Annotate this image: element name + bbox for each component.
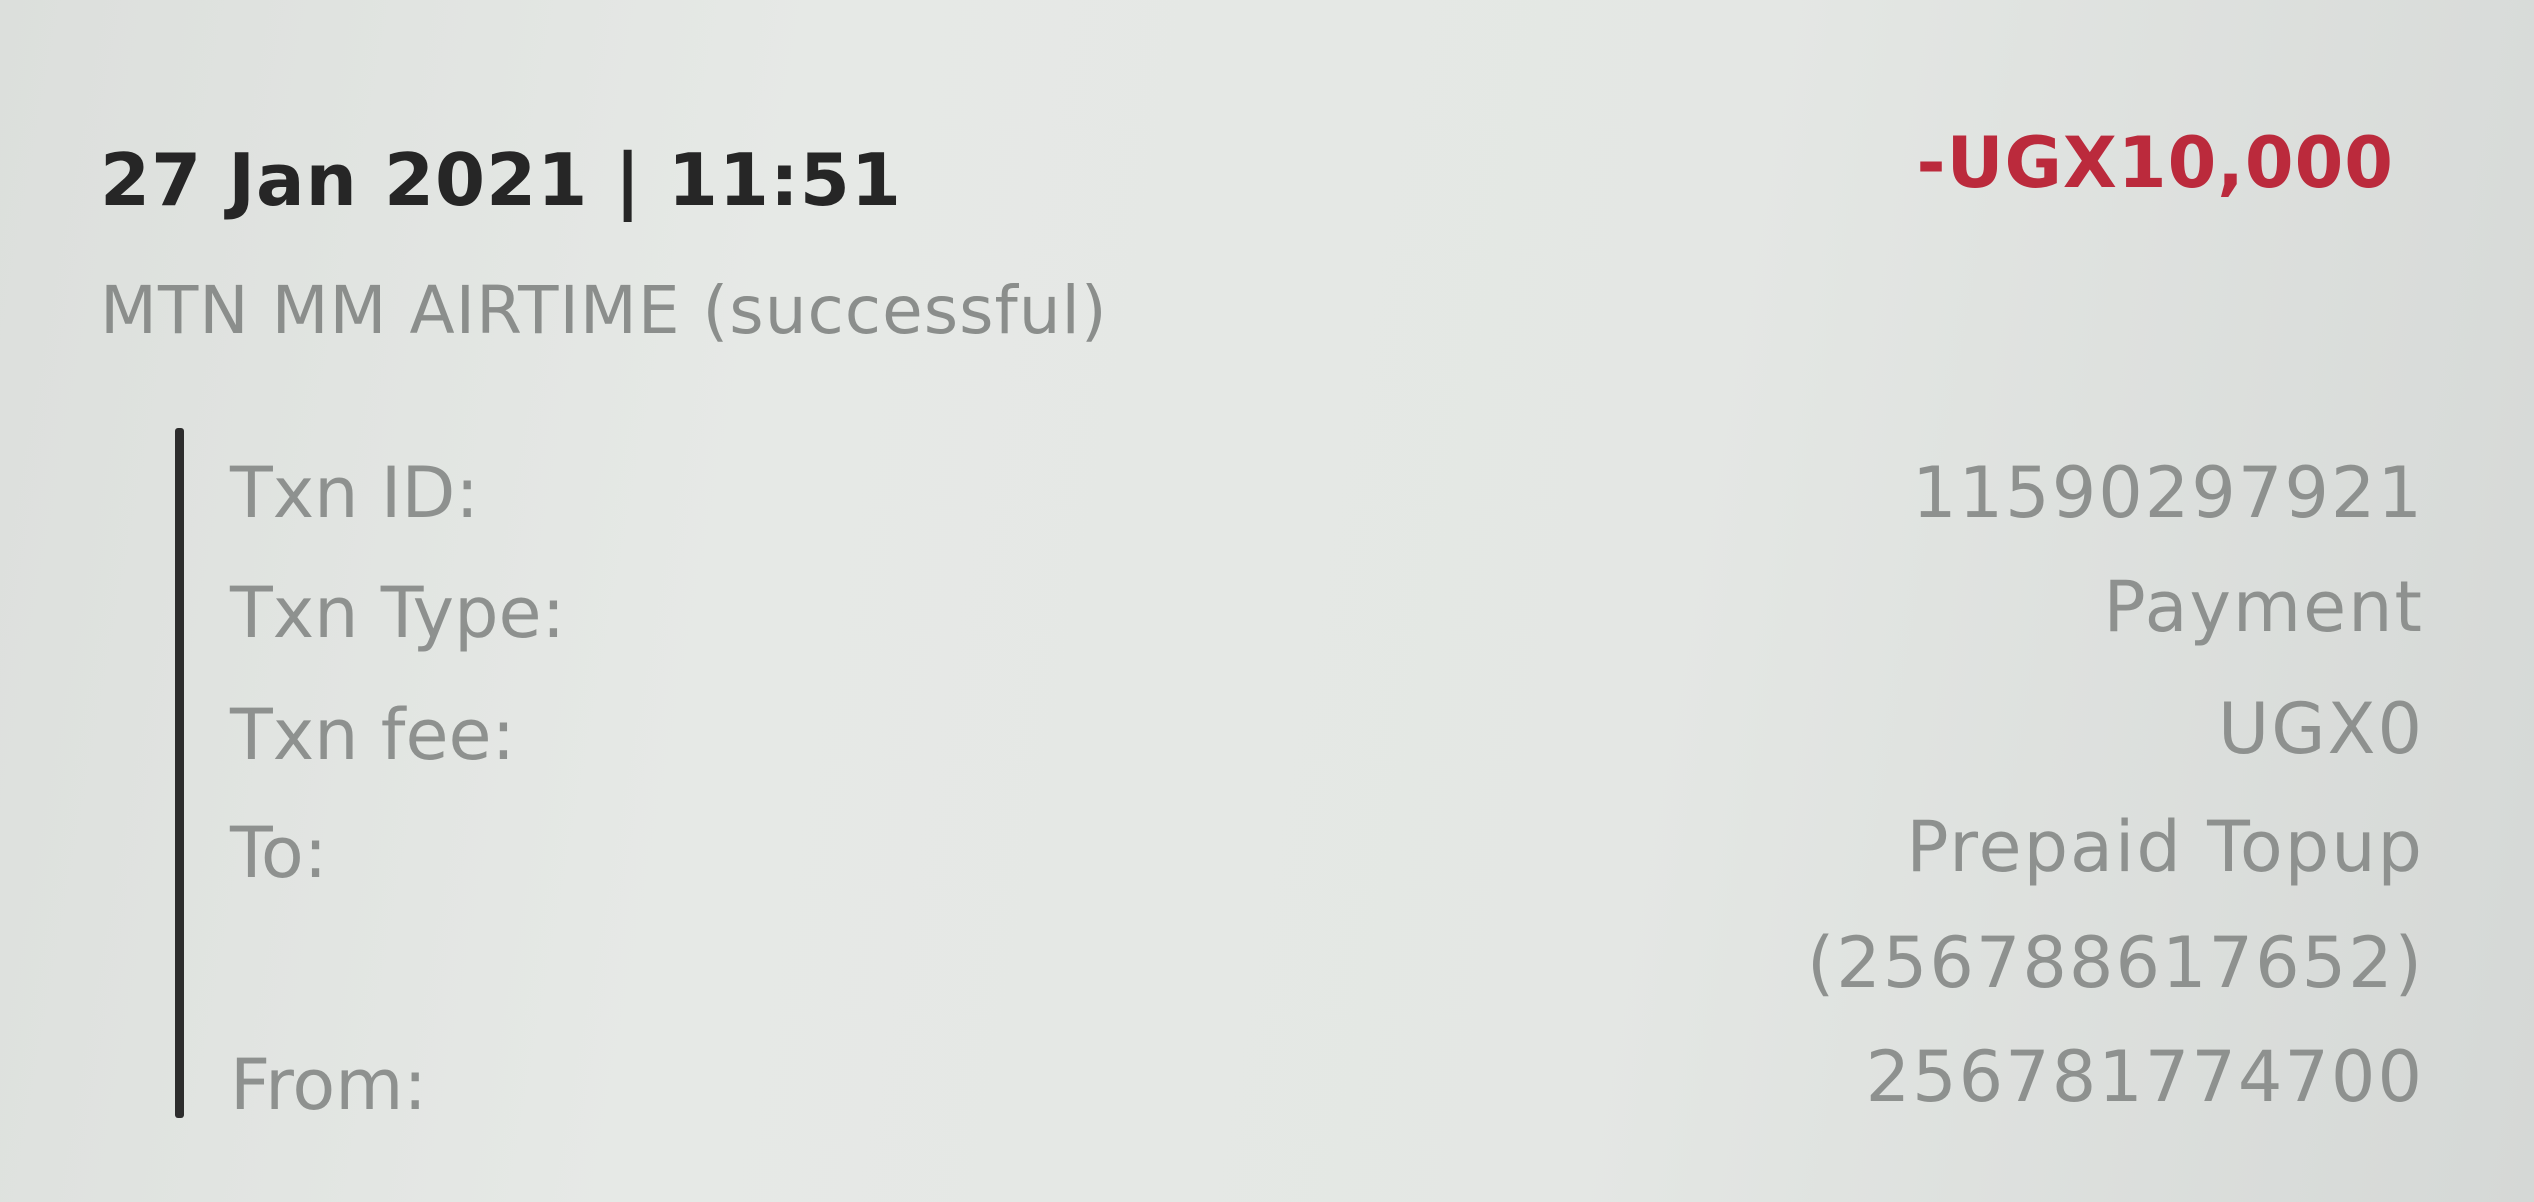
from-label: From: <box>230 1044 428 1126</box>
from-value: 256781774700 <box>1865 1036 2424 1118</box>
details-divider-bar <box>175 428 184 1118</box>
txn-id-value: 11590297921 <box>1912 452 2424 534</box>
transaction-time: 11:51 <box>667 138 902 222</box>
transaction-description: MTN MM AIRTIME (successful) <box>100 272 1108 349</box>
txn-type-label: Txn Type: <box>230 572 566 654</box>
txn-type-value: Payment <box>2103 566 2424 648</box>
to-label: To: <box>230 812 328 894</box>
to-value-line2: (256788617652) <box>1806 922 2424 1004</box>
transaction-date: 27 Jan 2021 <box>100 138 589 222</box>
txn-fee-label: Txn fee: <box>230 694 516 776</box>
transaction-amount: -UGX10,000 <box>1916 122 2394 204</box>
txn-id-label: Txn ID: <box>230 452 479 534</box>
txn-fee-value: UGX0 <box>2218 688 2424 770</box>
datetime-separator: | <box>614 138 642 222</box>
to-value-line1: Prepaid Topup <box>1906 806 2424 888</box>
transaction-card[interactable]: 27 Jan 2021 | 11:51 -UGX10,000 MTN MM AI… <box>0 0 2534 1202</box>
transaction-datetime: 27 Jan 2021 | 11:51 <box>100 138 902 222</box>
